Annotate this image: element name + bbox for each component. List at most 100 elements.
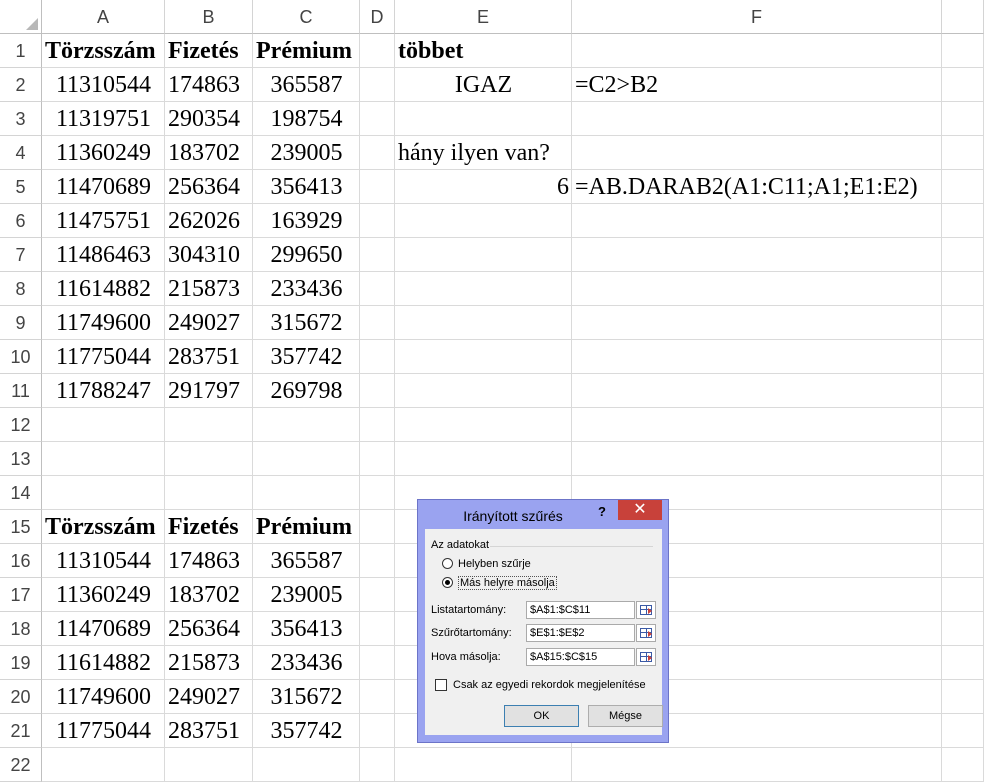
table2-cell[interactable]: 357742 (253, 714, 360, 748)
table1-cell[interactable]: 183702 (165, 136, 253, 170)
table1-cell[interactable]: 256364 (165, 170, 253, 204)
table1-cell[interactable]: 11319751 (42, 102, 165, 136)
formula-text-f5[interactable]: =AB.DARAB2(A1:C11;A1;E1:E2) (572, 170, 942, 204)
table2-cell[interactable]: 365587 (253, 544, 360, 578)
table1-cell[interactable]: 11470689 (42, 170, 165, 204)
grid-cell[interactable] (942, 68, 984, 102)
grid-cell[interactable] (360, 612, 395, 646)
grid-cell[interactable] (942, 102, 984, 136)
grid-cell[interactable] (42, 408, 165, 442)
grid-cell[interactable] (572, 306, 942, 340)
grid-cell[interactable] (942, 306, 984, 340)
grid-cell[interactable] (360, 476, 395, 510)
grid-cell[interactable] (360, 374, 395, 408)
grid-cell[interactable] (360, 68, 395, 102)
grid-cell[interactable] (165, 476, 253, 510)
grid-cell[interactable] (253, 476, 360, 510)
table2-cell[interactable]: 174863 (165, 544, 253, 578)
help-icon[interactable]: ? (598, 504, 606, 519)
grid-cell[interactable] (942, 442, 984, 476)
table2-header-1[interactable]: Fizetés (165, 510, 253, 544)
grid-cell[interactable] (572, 102, 942, 136)
row-header-14[interactable]: 14 (0, 476, 42, 510)
grid-cell[interactable] (360, 340, 395, 374)
table2-header-2[interactable]: Prémium (253, 510, 360, 544)
column-header-f[interactable]: F (572, 0, 942, 34)
row-header-9[interactable]: 9 (0, 306, 42, 340)
table1-cell[interactable]: 233436 (253, 272, 360, 306)
result-value-e5[interactable]: 6 (395, 170, 572, 204)
grid-cell[interactable] (360, 680, 395, 714)
grid-cell[interactable] (395, 748, 572, 782)
table1-cell[interactable]: 357742 (253, 340, 360, 374)
row-header-5[interactable]: 5 (0, 170, 42, 204)
row-header-12[interactable]: 12 (0, 408, 42, 442)
table2-cell[interactable]: 249027 (165, 680, 253, 714)
grid-cell[interactable] (942, 510, 984, 544)
row-header-20[interactable]: 20 (0, 680, 42, 714)
row-header-4[interactable]: 4 (0, 136, 42, 170)
table2-cell[interactable]: 233436 (253, 646, 360, 680)
grid-cell[interactable] (572, 238, 942, 272)
table2-cell[interactable]: 215873 (165, 646, 253, 680)
table1-cell[interactable]: 290354 (165, 102, 253, 136)
row-header-17[interactable]: 17 (0, 578, 42, 612)
grid-cell[interactable] (360, 272, 395, 306)
row-header-16[interactable]: 16 (0, 544, 42, 578)
row-header-18[interactable]: 18 (0, 612, 42, 646)
grid-cell[interactable] (942, 748, 984, 782)
grid-cell[interactable] (360, 204, 395, 238)
grid-cell[interactable] (395, 238, 572, 272)
grid-cell[interactable] (942, 170, 984, 204)
table1-cell[interactable]: 262026 (165, 204, 253, 238)
copy-to-collapse-button[interactable] (636, 648, 656, 666)
grid-cell[interactable] (942, 578, 984, 612)
grid-cell[interactable] (572, 748, 942, 782)
table2-cell[interactable]: 11470689 (42, 612, 165, 646)
grid-cell[interactable] (572, 34, 942, 68)
table1-cell[interactable]: 11614882 (42, 272, 165, 306)
table1-cell[interactable]: 11486463 (42, 238, 165, 272)
list-range-input[interactable]: $A$1:$C$11 (526, 601, 635, 619)
grid-cell[interactable] (572, 340, 942, 374)
table2-cell[interactable]: 356413 (253, 612, 360, 646)
grid-cell[interactable] (572, 272, 942, 306)
unique-records-label[interactable]: Csak az egyedi rekordok megjelenítése (453, 679, 646, 691)
table1-cell[interactable]: 291797 (165, 374, 253, 408)
table2-cell[interactable]: 11749600 (42, 680, 165, 714)
grid-cell[interactable] (572, 204, 942, 238)
grid-cell[interactable] (360, 238, 395, 272)
row-header-22[interactable]: 22 (0, 748, 42, 782)
grid-cell[interactable] (942, 136, 984, 170)
grid-cell[interactable] (942, 544, 984, 578)
row-header-21[interactable]: 21 (0, 714, 42, 748)
select-all-corner[interactable] (0, 0, 42, 34)
column-header-c[interactable]: C (253, 0, 360, 34)
grid-cell[interactable] (395, 374, 572, 408)
table2-cell[interactable]: 239005 (253, 578, 360, 612)
table2-cell[interactable]: 11775044 (42, 714, 165, 748)
grid-cell[interactable] (572, 136, 942, 170)
table1-header-1[interactable]: Fizetés (165, 34, 253, 68)
row-header-11[interactable]: 11 (0, 374, 42, 408)
table2-cell[interactable]: 11360249 (42, 578, 165, 612)
table1-cell[interactable]: 304310 (165, 238, 253, 272)
table1-cell[interactable]: 315672 (253, 306, 360, 340)
table2-cell[interactable]: 183702 (165, 578, 253, 612)
grid-cell[interactable] (942, 34, 984, 68)
row-header-13[interactable]: 13 (0, 442, 42, 476)
grid-cell[interactable] (360, 578, 395, 612)
column-header-e[interactable]: E (395, 0, 572, 34)
grid-cell[interactable] (165, 408, 253, 442)
row-header-2[interactable]: 2 (0, 68, 42, 102)
grid-cell[interactable] (942, 680, 984, 714)
grid-cell[interactable] (942, 340, 984, 374)
row-header-10[interactable]: 10 (0, 340, 42, 374)
grid-cell[interactable] (360, 442, 395, 476)
grid-cell[interactable] (253, 748, 360, 782)
criteria-header-e1[interactable]: többet (395, 34, 572, 68)
grid-cell[interactable] (360, 714, 395, 748)
question-text-e4[interactable]: hány ilyen van? (395, 136, 572, 170)
grid-cell[interactable] (942, 272, 984, 306)
grid-cell[interactable] (165, 442, 253, 476)
